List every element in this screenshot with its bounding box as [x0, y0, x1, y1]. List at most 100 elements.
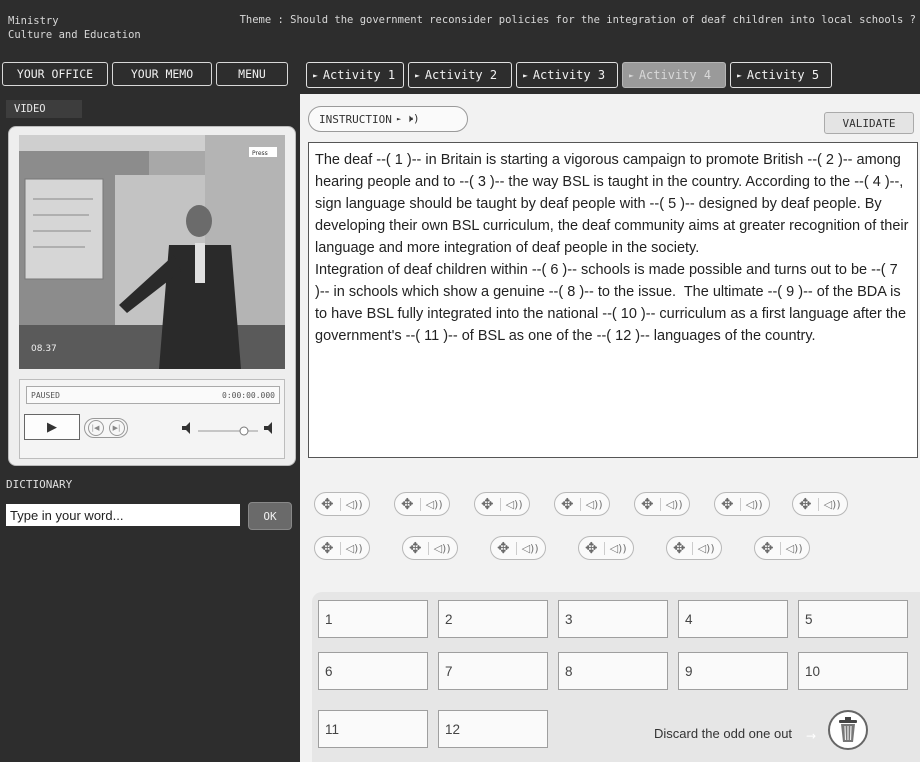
video-player: Press 08.37 PAUSED 0:00:00.000 ▶ |◀ ▶| — [8, 126, 296, 466]
validate-button[interactable]: VALIDATE — [824, 112, 914, 134]
speaker-icon[interactable]: ◁)) — [779, 541, 803, 555]
play-arrow-icon: ► — [396, 115, 402, 123]
volume-off-icon — [182, 422, 190, 434]
tab-activity-1[interactable]: ► Activity 1 — [306, 62, 404, 88]
move-icon[interactable]: ✥ — [321, 539, 334, 557]
answer-slot-3[interactable]: 3 — [558, 600, 668, 638]
move-icon[interactable]: ✥ — [721, 495, 734, 513]
tab-activity-4[interactable]: ► Activity 4 — [622, 62, 726, 88]
tab-activity-2[interactable]: ► Activity 2 — [408, 62, 512, 88]
speaker-icon[interactable]: ◁)) — [499, 497, 523, 511]
ministry-brand: Ministry Culture and Education — [8, 14, 141, 42]
play-arrow-icon: ► — [523, 70, 528, 80]
skip-back-icon[interactable]: |◀ — [87, 420, 104, 436]
move-icon[interactable]: ✥ — [641, 495, 654, 513]
word-chip[interactable]: ✥ ◁)) — [314, 536, 370, 560]
move-icon[interactable]: ✥ — [673, 539, 686, 557]
answer-slot-11[interactable]: 11 — [318, 710, 428, 748]
playback-status: PAUSED — [31, 390, 60, 400]
left-sidebar: VIDEO Press 08.37 PAUSED 0:00:00.000 ▶ |… — [0, 94, 300, 762]
move-icon[interactable]: ✥ — [585, 539, 598, 557]
answer-slot-6[interactable]: 6 — [318, 652, 428, 690]
word-chip[interactable]: ✥ ◁)) — [578, 536, 634, 560]
video-frame-image: Press 08.37 — [19, 135, 285, 369]
tab-label: Activity 5 — [746, 68, 820, 82]
answer-grid: 1 2 3 4 5 6 7 8 9 10 11 12 Discard the o… — [312, 592, 920, 762]
volume-slider[interactable] — [178, 418, 278, 438]
tab-activity-5[interactable]: ► Activity 5 — [730, 62, 832, 88]
answer-slot-4[interactable]: 4 — [678, 600, 788, 638]
speaker-icon[interactable]: ◁)) — [817, 497, 841, 511]
play-button[interactable]: ▶ — [24, 414, 80, 440]
speaker-icon[interactable]: ◁)) — [339, 497, 363, 511]
instruction-button[interactable]: INSTRUCTION ► 🕨) — [308, 106, 468, 132]
dictionary-ok-button[interactable]: OK — [248, 502, 292, 530]
play-arrow-icon: ► — [629, 70, 634, 80]
video-screen[interactable]: Press 08.37 — [19, 135, 285, 369]
speaker-icon[interactable]: ◁)) — [659, 497, 683, 511]
move-icon[interactable]: ✥ — [761, 539, 774, 557]
move-icon[interactable]: ✥ — [321, 495, 334, 513]
word-chip[interactable]: ✥ ◁)) — [490, 536, 546, 560]
header-bar: Ministry Culture and Education Theme : S… — [0, 0, 920, 56]
trash-icon[interactable] — [828, 710, 868, 750]
word-chip[interactable]: ✥ ◁)) — [754, 536, 810, 560]
answer-slot-8[interactable]: 8 — [558, 652, 668, 690]
word-chip[interactable]: ✥ ◁)) — [792, 492, 848, 516]
speaker-icon[interactable]: ◁)) — [691, 541, 715, 555]
answer-slot-7[interactable]: 7 — [438, 652, 548, 690]
word-chip[interactable]: ✥ ◁)) — [394, 492, 450, 516]
answer-slot-2[interactable]: 2 — [438, 600, 548, 638]
answer-slot-10[interactable]: 10 — [798, 652, 908, 690]
instruction-label: INSTRUCTION — [319, 112, 392, 126]
answer-slot-9[interactable]: 9 — [678, 652, 788, 690]
move-icon[interactable]: ✥ — [409, 539, 422, 557]
word-chip[interactable]: ✥ ◁)) — [634, 492, 690, 516]
brand-line-2: Culture and Education — [8, 29, 141, 41]
speaker-icon[interactable]: ◁)) — [427, 541, 451, 555]
move-icon[interactable]: ✥ — [481, 495, 494, 513]
theme-title: Theme : Should the government reconsider… — [239, 14, 916, 26]
dictionary-label: DICTIONARY — [6, 478, 73, 491]
move-icon[interactable]: ✥ — [799, 495, 812, 513]
volume-on-icon — [264, 422, 272, 434]
word-chip[interactable]: ✥ ◁)) — [314, 492, 370, 516]
progress-bar[interactable]: PAUSED 0:00:00.000 — [26, 386, 280, 404]
video-label: VIDEO — [6, 100, 82, 118]
your-office-button[interactable]: YOUR OFFICE — [2, 62, 108, 86]
play-icon: ▶ — [47, 419, 57, 435]
speaker-icon[interactable]: ◁)) — [419, 497, 443, 511]
menu-button[interactable]: MENU — [216, 62, 288, 86]
speaker-icon[interactable]: ◁)) — [739, 497, 763, 511]
speaker-icon[interactable]: ◁)) — [339, 541, 363, 555]
answer-slot-12[interactable]: 12 — [438, 710, 548, 748]
move-icon[interactable]: ✥ — [401, 495, 414, 513]
play-arrow-icon: ► — [737, 70, 742, 80]
speaker-icon[interactable]: ◁)) — [515, 541, 539, 555]
answer-slot-1[interactable]: 1 — [318, 600, 428, 638]
word-chip[interactable]: ✥ ◁)) — [714, 492, 770, 516]
your-memo-button[interactable]: YOUR MEMO — [112, 62, 212, 86]
skip-controls[interactable]: |◀ ▶| — [84, 418, 128, 438]
dictionary-input[interactable] — [6, 504, 240, 526]
video-controls: PAUSED 0:00:00.000 ▶ |◀ ▶| — [19, 379, 285, 459]
volume-knob[interactable] — [239, 426, 249, 436]
word-chip[interactable]: ✥ ◁)) — [474, 492, 530, 516]
word-chip[interactable]: ✥ ◁)) — [402, 536, 458, 560]
move-icon[interactable]: ✥ — [497, 539, 510, 557]
skip-forward-icon[interactable]: ▶| — [108, 420, 125, 436]
speaker-icon[interactable]: ◁)) — [579, 497, 603, 511]
word-chip[interactable]: ✥ ◁)) — [554, 492, 610, 516]
brand-line-1: Ministry — [8, 15, 59, 27]
word-chip[interactable]: ✥ ◁)) — [666, 536, 722, 560]
gap-fill-text: The deaf --( 1 )-- in Britain is startin… — [308, 142, 918, 458]
video-timestamp: 08.37 — [31, 344, 57, 354]
discard-label: Discard the odd one out — [654, 726, 793, 741]
move-icon[interactable]: ✥ — [561, 495, 574, 513]
answer-slot-5[interactable]: 5 — [798, 600, 908, 638]
tab-label: Activity 3 — [532, 68, 606, 82]
play-arrow-icon: ► — [415, 70, 420, 80]
tab-activity-3[interactable]: ► Activity 3 — [516, 62, 618, 88]
speaker-icon[interactable]: ◁)) — [603, 541, 627, 555]
activity-panel: INSTRUCTION ► 🕨) VALIDATE The deaf --( 1… — [300, 94, 920, 762]
